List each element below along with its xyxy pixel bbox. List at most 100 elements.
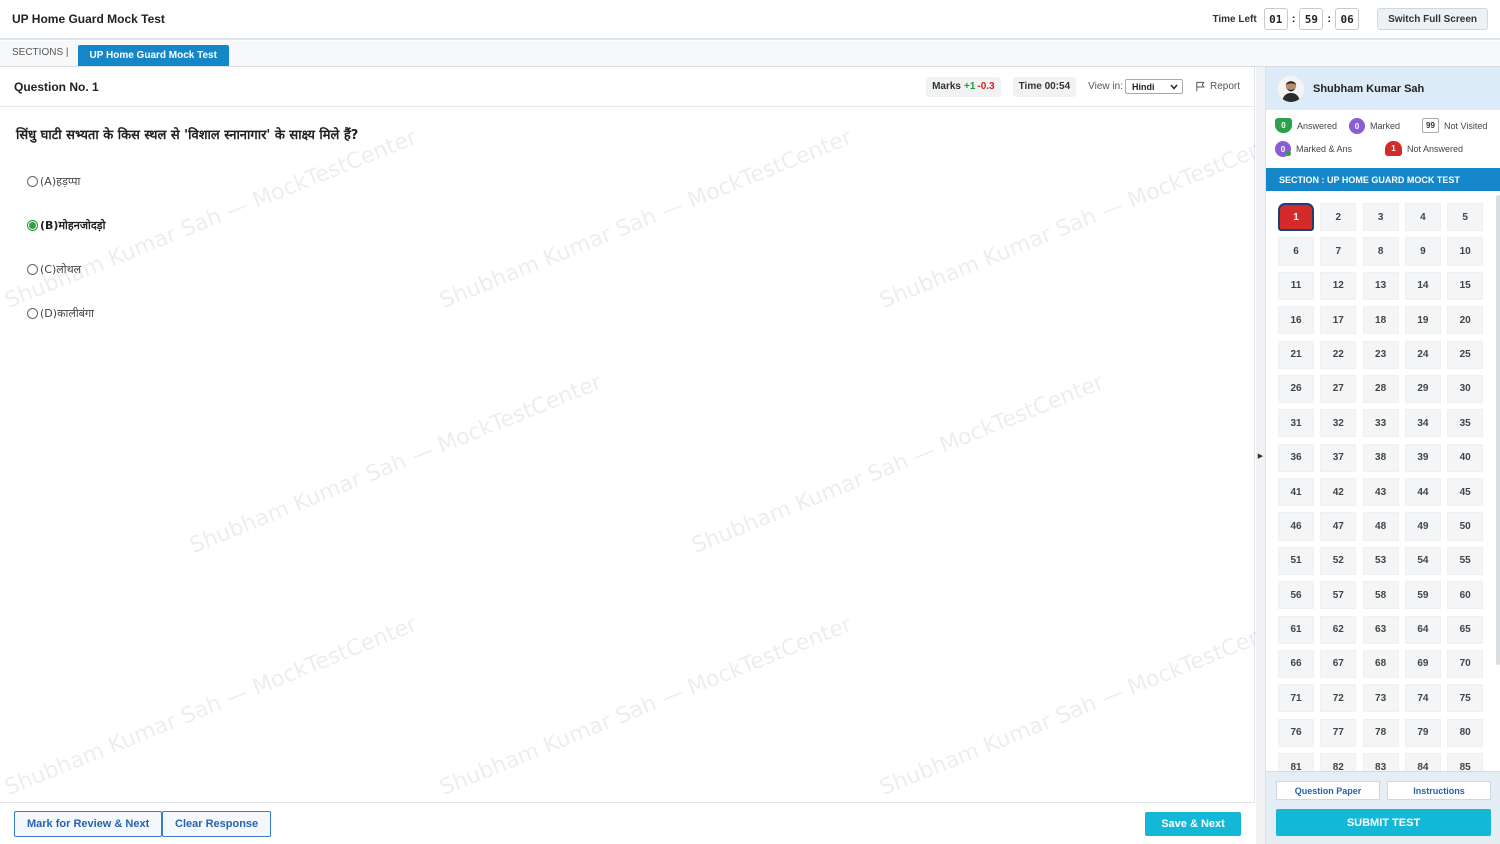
question-button-73[interactable]: 73 [1362,684,1399,713]
question-button-17[interactable]: 17 [1320,306,1357,335]
question-button-68[interactable]: 68 [1362,649,1399,679]
question-button-1[interactable]: 1 [1278,203,1314,232]
question-button-23[interactable]: 23 [1362,340,1399,369]
question-button-53[interactable]: 53 [1362,546,1399,575]
question-button-65[interactable]: 65 [1447,615,1484,644]
question-button-42[interactable]: 42 [1320,478,1357,507]
question-button-67[interactable]: 67 [1320,649,1357,679]
question-button-80[interactable]: 80 [1447,718,1484,747]
question-button-60[interactable]: 60 [1447,581,1484,610]
question-button-11[interactable]: 11 [1278,271,1314,300]
question-button-7[interactable]: 7 [1320,237,1357,266]
question-button-78[interactable]: 78 [1362,718,1399,747]
question-button-33[interactable]: 33 [1362,409,1399,438]
question-button-59[interactable]: 59 [1404,581,1441,610]
option-a[interactable]: (A) हड़प्पा [27,174,80,189]
question-button-66[interactable]: 66 [1278,649,1314,679]
question-button-84[interactable]: 84 [1404,753,1441,771]
question-button-52[interactable]: 52 [1320,546,1357,575]
question-button-13[interactable]: 13 [1362,271,1399,300]
option-c[interactable]: (C) लोथल [27,262,81,277]
question-button-35[interactable]: 35 [1447,409,1484,438]
question-button-70[interactable]: 70 [1447,649,1484,679]
question-button-2[interactable]: 2 [1320,203,1357,232]
question-button-71[interactable]: 71 [1278,684,1314,713]
question-button-56[interactable]: 56 [1278,581,1314,610]
question-button-55[interactable]: 55 [1447,546,1484,575]
option-c-radio[interactable] [27,264,38,275]
question-button-36[interactable]: 36 [1278,443,1314,472]
instructions-button[interactable]: Instructions [1387,781,1491,800]
question-button-25[interactable]: 25 [1447,340,1484,369]
question-button-85[interactable]: 85 [1447,753,1484,771]
question-button-22[interactable]: 22 [1320,340,1357,369]
question-button-72[interactable]: 72 [1320,684,1357,713]
tab-up-home-guard[interactable]: UP Home Guard Mock Test [77,45,229,66]
option-b[interactable]: (B) मोहनजोदड़ो [27,218,105,233]
question-button-24[interactable]: 24 [1404,340,1441,369]
question-button-43[interactable]: 43 [1362,478,1399,507]
question-button-46[interactable]: 46 [1278,512,1314,541]
switch-full-screen-button[interactable]: Switch Full Screen [1377,8,1488,30]
question-button-74[interactable]: 74 [1404,684,1441,713]
question-button-83[interactable]: 83 [1362,753,1399,771]
question-button-40[interactable]: 40 [1447,443,1484,472]
question-button-48[interactable]: 48 [1362,512,1399,541]
question-button-58[interactable]: 58 [1362,581,1399,610]
option-d-radio[interactable] [27,308,38,319]
question-button-8[interactable]: 8 [1362,237,1399,266]
option-a-radio[interactable] [27,176,38,187]
question-button-32[interactable]: 32 [1320,409,1357,438]
question-button-47[interactable]: 47 [1320,512,1357,541]
question-button-16[interactable]: 16 [1278,306,1314,335]
question-button-69[interactable]: 69 [1404,649,1441,679]
question-button-45[interactable]: 45 [1447,478,1484,507]
question-button-14[interactable]: 14 [1404,271,1441,300]
question-button-37[interactable]: 37 [1320,443,1357,472]
question-button-41[interactable]: 41 [1278,478,1314,507]
question-button-76[interactable]: 76 [1278,718,1314,747]
palette-scrollbar[interactable] [1496,195,1500,665]
question-button-51[interactable]: 51 [1278,546,1314,575]
question-button-15[interactable]: 15 [1447,271,1484,300]
panel-toggle-handle[interactable]: ▶ [1256,67,1265,844]
question-button-28[interactable]: 28 [1362,374,1399,404]
question-button-81[interactable]: 81 [1278,753,1314,771]
question-button-30[interactable]: 30 [1447,374,1484,404]
question-button-6[interactable]: 6 [1278,237,1314,266]
question-button-34[interactable]: 34 [1404,409,1441,438]
question-button-10[interactable]: 10 [1447,237,1484,266]
question-button-31[interactable]: 31 [1278,409,1314,438]
report-button[interactable]: Report [1195,81,1240,92]
question-button-19[interactable]: 19 [1404,306,1441,335]
option-d[interactable]: (D) कालीबंगा [27,306,94,321]
question-button-9[interactable]: 9 [1404,237,1441,266]
question-button-62[interactable]: 62 [1320,615,1357,644]
question-button-49[interactable]: 49 [1404,512,1441,541]
question-button-77[interactable]: 77 [1320,718,1357,747]
option-b-radio[interactable] [27,220,38,231]
question-button-21[interactable]: 21 [1278,340,1314,369]
question-button-75[interactable]: 75 [1447,684,1484,713]
question-button-64[interactable]: 64 [1404,615,1441,644]
question-button-54[interactable]: 54 [1404,546,1441,575]
question-button-26[interactable]: 26 [1278,374,1314,404]
question-button-39[interactable]: 39 [1404,443,1441,472]
question-button-82[interactable]: 82 [1320,753,1357,771]
save-next-button[interactable]: Save & Next [1145,812,1241,836]
question-button-79[interactable]: 79 [1404,718,1441,747]
mark-for-review-next-button[interactable]: Mark for Review & Next [14,811,163,837]
clear-response-button[interactable]: Clear Response [162,811,272,837]
question-button-4[interactable]: 4 [1404,203,1441,232]
question-button-27[interactable]: 27 [1320,374,1357,404]
question-button-3[interactable]: 3 [1362,203,1399,232]
question-paper-button[interactable]: Question Paper [1276,781,1380,800]
submit-test-button[interactable]: SUBMIT TEST [1276,809,1491,836]
question-button-5[interactable]: 5 [1447,203,1484,232]
question-button-38[interactable]: 38 [1362,443,1399,472]
question-button-63[interactable]: 63 [1362,615,1399,644]
question-button-44[interactable]: 44 [1404,478,1441,507]
language-select[interactable]: Hindi [1124,79,1183,94]
question-button-18[interactable]: 18 [1362,306,1399,335]
question-button-61[interactable]: 61 [1278,615,1314,644]
